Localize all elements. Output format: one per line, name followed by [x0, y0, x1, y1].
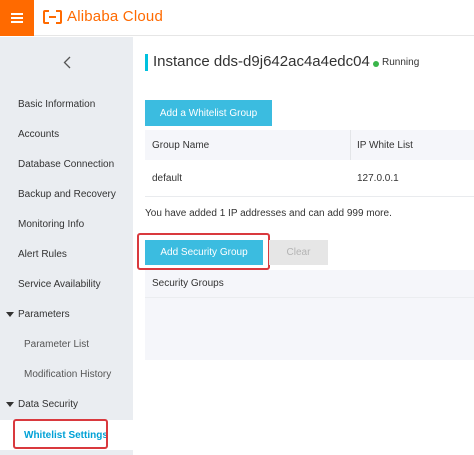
sidebar-item-label: Modification History — [24, 368, 112, 380]
sidebar-item-label: Whitelist Settings — [24, 429, 108, 441]
sidebar-item-service-availability[interactable]: Service Availability — [0, 269, 133, 299]
sidebar-item-alert-rules[interactable]: Alert Rules — [0, 239, 133, 269]
column-header-group-name: Group Name — [145, 130, 351, 160]
sidebar-item-label: Accounts — [18, 128, 60, 140]
sidebar-group-data-security[interactable]: Data Security — [0, 389, 133, 419]
sidebar: Basic Information Accounts Database Conn… — [0, 37, 133, 455]
security-groups-panel: Security Groups — [145, 270, 474, 360]
top-bar: Alibaba Cloud — [0, 0, 474, 36]
page-title: Instance dds-d9j642ac4a4edc04 — [153, 53, 370, 70]
sidebar-item-label: Backup and Recovery — [18, 188, 116, 200]
sidebar-item-modification-history[interactable]: Modification History — [0, 359, 133, 389]
hamburger-icon — [11, 13, 23, 23]
status-badge: Running — [382, 57, 420, 68]
sidebar-item-label: Database Connection — [18, 158, 115, 170]
status-dot-icon — [373, 61, 379, 67]
sidebar-item-label: Data Security — [18, 398, 79, 410]
alibaba-cloud-logo[interactable]: Alibaba Cloud — [43, 8, 163, 25]
sidebar-item-label: Parameter List — [24, 338, 90, 350]
column-header-ip-white-list: IP White List — [357, 139, 413, 151]
security-groups-header: Security Groups — [145, 270, 474, 298]
alibaba-cloud-logo-mark-icon — [43, 9, 62, 24]
ip-quota-info: You have added 1 IP addresses and can ad… — [145, 208, 392, 219]
sidebar-item-label: Service Availability — [18, 278, 101, 290]
sidebar-item-label: Monitoring Info — [18, 218, 85, 230]
sidebar-item-backup-and-recovery[interactable]: Backup and Recovery — [0, 179, 133, 209]
sidebar-item-parameter-list[interactable]: Parameter List — [0, 329, 133, 359]
title-accent-bar — [145, 54, 148, 71]
sidebar-item-basic-information[interactable]: Basic Information — [0, 89, 133, 119]
caret-down-icon — [6, 311, 14, 317]
sidebar-group-parameters[interactable]: Parameters — [0, 299, 133, 329]
whitelist-table: Group Name IP White List default 127.0.0… — [145, 130, 474, 197]
sidebar-item-whitelist-settings[interactable]: Whitelist Settings — [0, 420, 133, 450]
menu-button[interactable] — [0, 0, 34, 36]
caret-down-icon — [6, 401, 14, 407]
cell-group-name: default — [152, 172, 183, 184]
chevron-left-icon — [63, 56, 70, 68]
table-row[interactable]: default 127.0.0.1 — [145, 160, 474, 197]
add-security-group-button[interactable]: Add Security Group — [145, 240, 263, 265]
cell-ip-white-list: 127.0.0.1 — [357, 172, 399, 184]
table-header: Group Name IP White List — [145, 130, 474, 160]
sidebar-item-label: Basic Information — [18, 98, 96, 110]
sidebar-item-database-connection[interactable]: Database Connection — [0, 149, 133, 179]
sidebar-item-monitoring-info[interactable]: Monitoring Info — [0, 209, 133, 239]
back-button[interactable] — [0, 37, 133, 87]
sidebar-item-label: Parameters — [18, 308, 70, 320]
add-whitelist-group-button[interactable]: Add a Whitelist Group — [145, 100, 272, 126]
brand-name: Alibaba Cloud — [67, 8, 163, 25]
sidebar-item-label: Alert Rules — [18, 248, 67, 260]
clear-button[interactable]: Clear — [269, 240, 328, 265]
sidebar-item-accounts[interactable]: Accounts — [0, 119, 133, 149]
